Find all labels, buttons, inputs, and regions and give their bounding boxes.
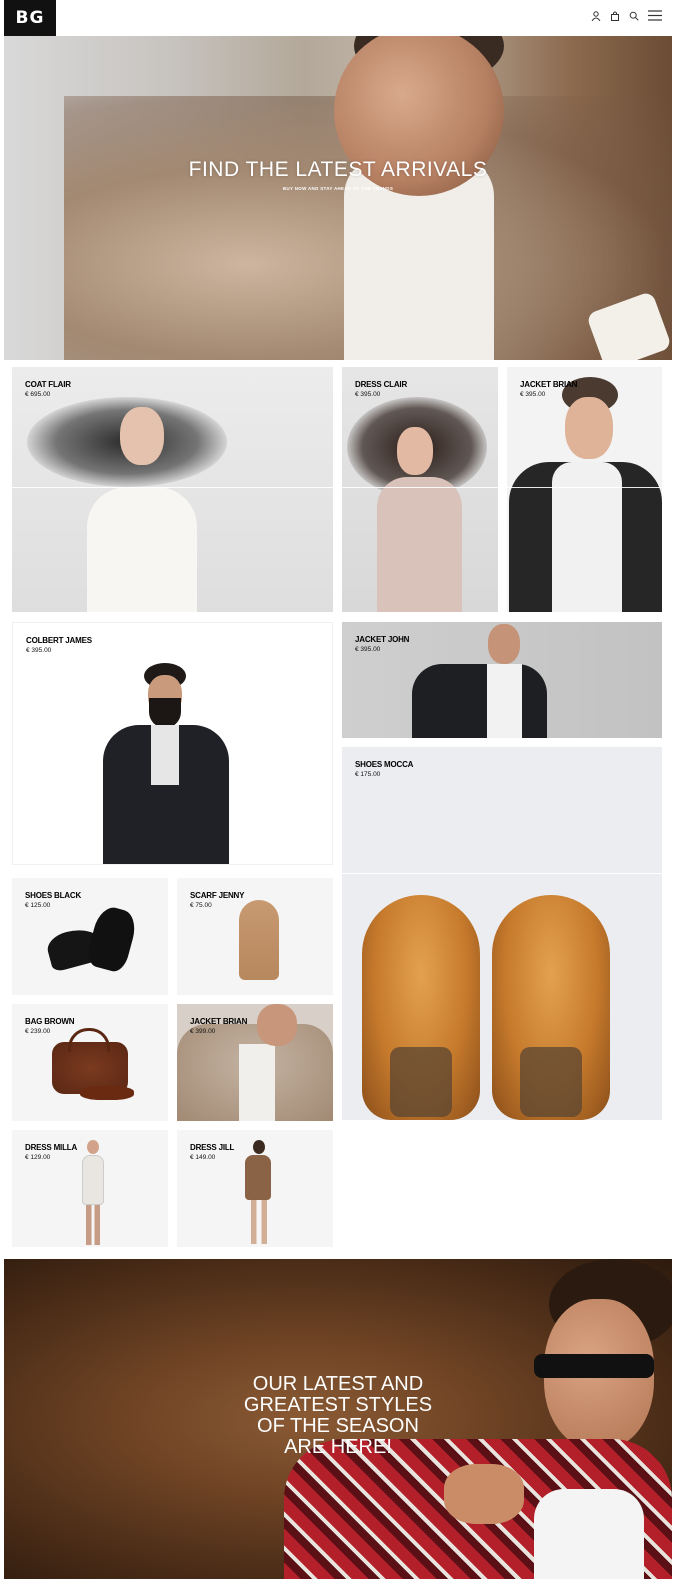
product-name: DRESS JILL xyxy=(190,1143,235,1152)
model-beard xyxy=(149,698,181,728)
product-price: € 695.00 xyxy=(25,391,51,398)
product-name: DRESS CLAIR xyxy=(355,380,408,389)
scarf xyxy=(239,900,279,980)
model-jacket xyxy=(412,664,547,738)
model-shirt xyxy=(151,725,179,785)
bag-icon[interactable] xyxy=(610,11,620,21)
search-icon[interactable] xyxy=(629,11,639,21)
menu-icon[interactable] xyxy=(648,10,662,21)
product-name: JACKET JOHN xyxy=(355,635,410,644)
product-tile-shoes-black[interactable]: SHOES BLACK € 125.00 xyxy=(12,878,168,995)
model-dress xyxy=(82,1155,104,1205)
shoe xyxy=(80,1086,134,1100)
model-hand xyxy=(444,1464,524,1524)
model-legs xyxy=(251,1200,267,1244)
model-face xyxy=(565,397,613,459)
product-tile-jacket-john[interactable]: JACKET JOHN € 395.00 xyxy=(342,622,662,738)
hero-title: FIND THE LATEST ARRIVALS xyxy=(188,158,488,181)
product-tile-bag-brown[interactable]: BAG BROWN € 239.00 xyxy=(12,1004,168,1121)
banner-headline: OUR LATEST AND GREATEST STYLES OF THE SE… xyxy=(0,1374,676,1458)
product-tile-jacket-brian-2[interactable]: JACKET BRIAN € 399.00 xyxy=(177,1004,333,1121)
site-logo[interactable]: BG xyxy=(4,0,56,36)
product-name: COAT FLAIR xyxy=(25,380,71,389)
product-name: DRESS MILLA xyxy=(25,1143,78,1152)
product-tile-shoes-mocca[interactable]: SHOES MOCCA € 175.00 xyxy=(342,747,662,1120)
model-shirt xyxy=(552,462,622,612)
site-header: BG xyxy=(0,0,676,36)
product-price: € 175.00 xyxy=(355,771,381,778)
product-name: SHOES MOCCA xyxy=(355,760,414,769)
product-price: € 129.00 xyxy=(25,1154,51,1161)
product-tile-colbert-james[interactable]: COLBERT JAMES € 395.00 xyxy=(12,622,333,865)
product-price: € 149.00 xyxy=(190,1154,216,1161)
model-face xyxy=(120,407,164,465)
model-head xyxy=(87,1140,99,1154)
product-name: COLBERT JAMES xyxy=(26,636,92,645)
product-name: SCARF JENNY xyxy=(190,891,245,900)
product-tile-dress-milla[interactable]: DRESS MILLA € 129.00 xyxy=(12,1130,168,1247)
product-tile-coat-flair[interactable]: COAT FLAIR € 695.00 xyxy=(12,367,333,612)
header-icons xyxy=(591,10,662,21)
hero-banner xyxy=(4,36,672,360)
product-price: € 125.00 xyxy=(25,902,51,909)
model-coat xyxy=(87,487,197,612)
user-icon[interactable] xyxy=(591,10,601,21)
row-divider xyxy=(342,873,662,874)
model-head xyxy=(253,1140,265,1154)
product-tile-scarf-jenny[interactable]: SCARF JENNY € 75.00 xyxy=(177,878,333,995)
product-name: BAG BROWN xyxy=(25,1017,75,1026)
model-face xyxy=(488,624,520,664)
banner-line-2: GREATEST STYLES xyxy=(243,1394,433,1416)
product-price: € 395.00 xyxy=(355,391,381,398)
model-tshirt xyxy=(534,1489,644,1579)
model-dress xyxy=(377,477,462,612)
product-price: € 395.00 xyxy=(355,646,381,653)
product-name: JACKET BRIAN xyxy=(520,380,578,389)
bag-handle xyxy=(68,1028,110,1052)
model-dress xyxy=(245,1155,271,1200)
banner-line-1: OUR LATEST AND xyxy=(252,1373,424,1395)
banner-line-4: ARE HERE! xyxy=(284,1436,392,1458)
model-face xyxy=(257,1004,297,1046)
model-face xyxy=(397,427,433,475)
banner-line-3: OF THE SEASON xyxy=(257,1415,419,1437)
shoe-right xyxy=(84,903,140,975)
product-price: € 239.00 xyxy=(25,1028,51,1035)
shoe-laces-right xyxy=(520,1047,582,1117)
model-shirt xyxy=(239,1044,275,1121)
product-price: € 399.00 xyxy=(190,1028,216,1035)
row-divider xyxy=(12,487,662,488)
shoe-laces-left xyxy=(390,1047,452,1117)
product-price: € 395.00 xyxy=(520,391,546,398)
product-tile-dress-clair[interactable]: DRESS CLAIR € 395.00 xyxy=(342,367,498,612)
product-price: € 75.00 xyxy=(190,902,212,909)
product-tile-dress-jill[interactable]: DRESS JILL € 149.00 xyxy=(177,1130,333,1247)
product-name: SHOES BLACK xyxy=(25,891,82,900)
hero-subtitle: BUY NOW AND STAY AHEAD OF THE TRENDS xyxy=(282,186,394,191)
model-legs xyxy=(86,1205,100,1245)
product-price: € 395.00 xyxy=(26,647,52,654)
product-tile-jacket-brian[interactable]: JACKET BRIAN € 395.00 xyxy=(507,367,662,612)
product-name: JACKET BRIAN xyxy=(190,1017,248,1026)
model-shirt xyxy=(487,664,522,738)
